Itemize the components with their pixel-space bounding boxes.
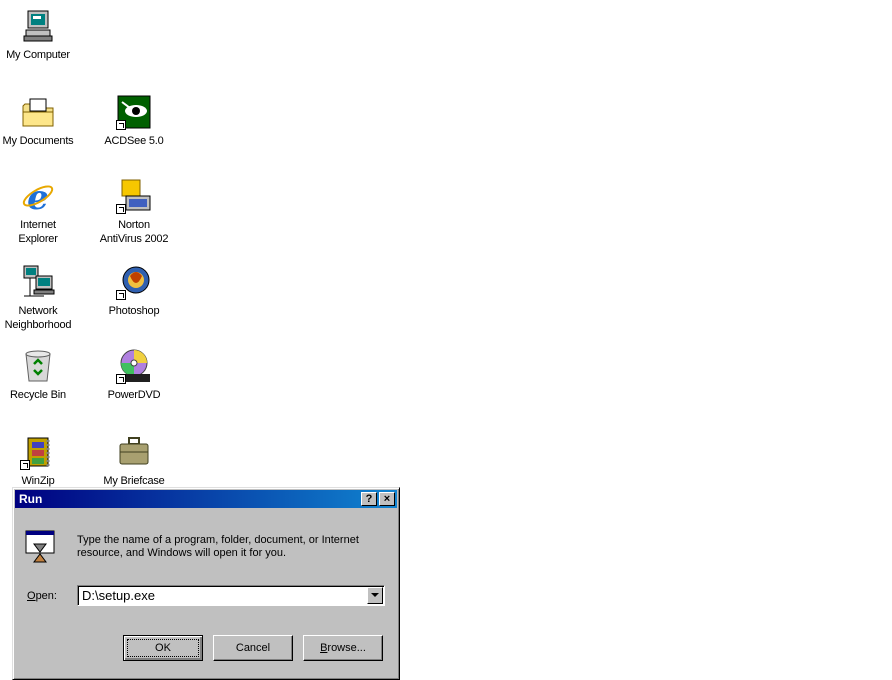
desktop-icon-network-neighborhood[interactable]: Network Neighborhood: [0, 264, 80, 332]
cancel-button[interactable]: Cancel: [213, 635, 293, 661]
desktop-icon-acdsee[interactable]: ACDSee 5.0: [92, 94, 176, 148]
network-neighborhood-icon: [20, 264, 56, 300]
open-combobox[interactable]: D:\setup.exe: [77, 585, 385, 606]
browse-button-label: Browse...: [320, 642, 366, 654]
shortcut-arrow-icon: [116, 290, 126, 300]
icon-label: My Computer: [6, 49, 70, 61]
browse-label-text: rowse...: [327, 642, 366, 654]
winzip-icon: [20, 434, 56, 470]
briefcase-icon: [116, 434, 152, 470]
my-computer-icon: [20, 8, 56, 44]
powerdvd-icon: [116, 348, 152, 384]
open-input[interactable]: D:\setup.exe: [82, 588, 155, 603]
icon-label: Recycle Bin: [10, 389, 66, 401]
icon-label: My Documents: [2, 135, 74, 147]
desktop-icon-norton-antivirus[interactable]: Norton AntiVirus 2002: [92, 178, 176, 246]
desktop: My Computer My Documents ACDSee 5.0 e In…: [0, 0, 892, 680]
icon-label: WinZip: [21, 475, 55, 487]
icon-label: Norton AntiVirus 2002: [99, 219, 169, 245]
dialog-title: Run: [19, 492, 43, 506]
icon-label: ACDSee 5.0: [104, 135, 164, 147]
icon-label: Network Neighborhood: [4, 305, 72, 331]
run-dialog: Run ? × Type the name of a program, fold…: [12, 487, 400, 680]
desktop-icon-my-computer[interactable]: My Computer: [0, 8, 80, 62]
desktop-icon-internet-explorer[interactable]: e Internet Explorer: [0, 178, 80, 246]
cancel-button-label: Cancel: [235, 642, 271, 654]
help-button[interactable]: ?: [361, 492, 377, 506]
focus-rect: [127, 639, 199, 657]
desktop-icon-my-documents[interactable]: My Documents: [0, 94, 80, 148]
desktop-icon-my-briefcase[interactable]: My Briefcase: [92, 434, 176, 488]
recycle-bin-icon: [20, 348, 56, 384]
my-documents-icon: [20, 94, 56, 130]
ok-button[interactable]: OK: [123, 635, 203, 661]
norton-antivirus-icon: [116, 178, 152, 214]
dropdown-arrow-icon[interactable]: [367, 587, 383, 604]
desktop-icon-winzip[interactable]: WinZip: [0, 434, 80, 488]
shortcut-arrow-icon: [20, 460, 30, 470]
desktop-icon-powerdvd[interactable]: PowerDVD: [92, 348, 176, 402]
svg-text:e: e: [27, 178, 49, 214]
internet-explorer-icon: e: [20, 178, 56, 218]
acdsee-icon: [116, 94, 152, 130]
dialog-prompt: Type the name of a program, folder, docu…: [77, 534, 359, 559]
desktop-icon-photoshop[interactable]: Photoshop: [92, 264, 176, 318]
icon-label: Photoshop: [108, 305, 160, 317]
desktop-icon-recycle-bin[interactable]: Recycle Bin: [0, 348, 80, 402]
shortcut-arrow-icon: [116, 204, 126, 214]
icon-label: PowerDVD: [107, 389, 161, 401]
shortcut-arrow-icon: [116, 120, 126, 130]
photoshop-icon: [116, 264, 152, 300]
run-program-icon: [25, 530, 55, 564]
title-bar[interactable]: Run ? ×: [15, 490, 397, 508]
open-label-accelerator: O: [27, 590, 36, 602]
icon-label: My Briefcase: [103, 475, 165, 487]
close-button[interactable]: ×: [379, 492, 395, 506]
icon-label: Internet Explorer: [18, 219, 58, 245]
shortcut-arrow-icon: [116, 374, 126, 384]
browse-button[interactable]: Browse...: [303, 635, 383, 661]
open-label-text: pen:: [35, 590, 57, 602]
open-label: Open:: [27, 590, 57, 602]
